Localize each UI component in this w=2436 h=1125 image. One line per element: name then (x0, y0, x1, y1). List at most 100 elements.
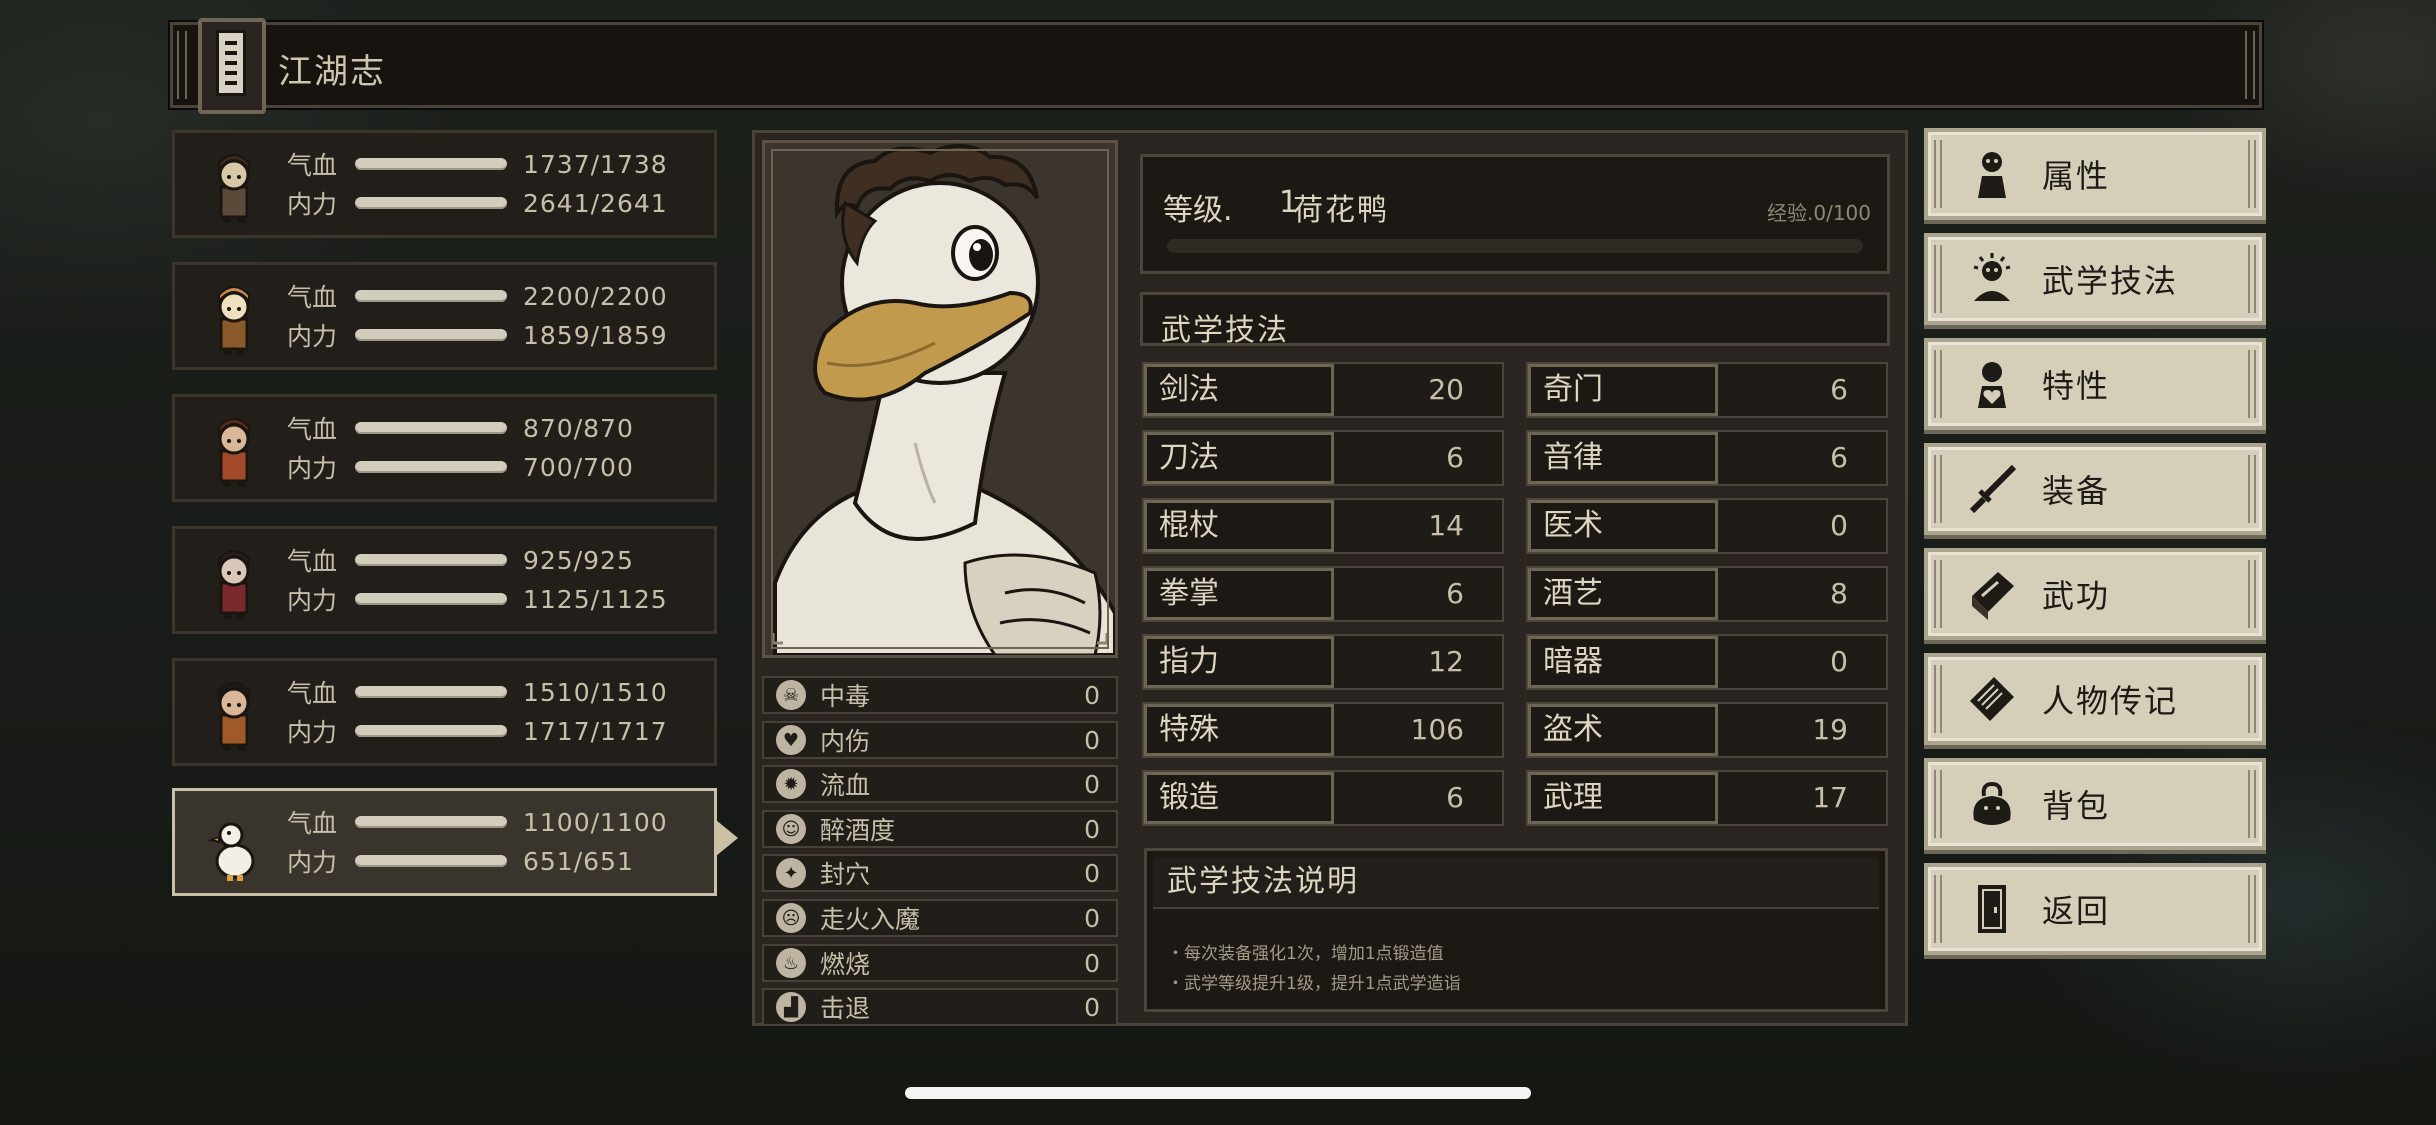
skill-entry[interactable]: 盗术 19 (1526, 702, 1888, 758)
menu-button-label: 武功 (2042, 577, 2111, 615)
skill-entry[interactable]: 奇门 6 (1526, 362, 1888, 418)
hp-label: 气血 (287, 283, 338, 312)
description-line: ・武学等级提升1级，提升1点武学造诣 (1167, 974, 1461, 994)
meditating-person-icon (1964, 251, 2020, 307)
boot-icon: ▟ (776, 992, 806, 1022)
menu-button[interactable]: 装备 (1924, 443, 2266, 535)
party-member-card[interactable]: 气血 1510/1510 内力 1717/1717 (172, 658, 717, 766)
mp-row: 内力 1717/1717 (287, 713, 668, 749)
skull-icon: ☠ (776, 680, 806, 710)
skill-name: 武理 (1528, 772, 1718, 824)
skill-entry[interactable]: 拳掌 6 (1142, 566, 1504, 622)
skill-name: 刀法 (1144, 432, 1334, 484)
duck-portrait-image (765, 143, 1115, 655)
menu-button[interactable]: 武学技法 (1924, 233, 2266, 325)
status-effect-name: 流血 (820, 771, 871, 800)
party-member-card[interactable]: 气血 1737/1738 内力 2641/2641 (172, 130, 717, 238)
door-icon (1964, 881, 2020, 937)
hp-bar (355, 158, 507, 170)
description-line: ・每次装备强化1次，增加1点锻造值 (1167, 944, 1444, 964)
mp-label: 内力 (287, 718, 338, 747)
hp-bar (355, 686, 507, 698)
status-effect-value: 0 (1084, 992, 1100, 1022)
skill-name: 音律 (1528, 432, 1718, 484)
status-effect-row: ▟ 击退 0 (762, 988, 1118, 1026)
menu-button[interactable]: 人物传记 (1924, 653, 2266, 745)
mp-label: 内力 (287, 322, 338, 351)
skill-value: 0 (1830, 645, 1848, 678)
skill-entry[interactable]: 酒艺 8 (1526, 566, 1888, 622)
party-member-avatar (195, 147, 273, 227)
status-effect-row: ✹ 流血 0 (762, 765, 1118, 803)
skill-value: 0 (1830, 509, 1848, 542)
hp-row: 气血 1100/1100 (287, 804, 668, 840)
selected-arrow-icon (716, 820, 738, 856)
skill-entry[interactable]: 棍杖 14 (1142, 498, 1504, 554)
mp-value: 2641/2641 (523, 188, 668, 218)
party-member-avatar (195, 805, 273, 885)
hp-label: 气血 (287, 415, 338, 444)
party-member-card[interactable]: 气血 2200/2200 内力 1859/1859 (172, 262, 717, 370)
status-effect-name: 中毒 (820, 682, 871, 711)
skill-entry[interactable]: 剑法 20 (1142, 362, 1504, 418)
broken-heart-icon: ♥ (776, 725, 806, 755)
hp-row: 气血 1510/1510 (287, 674, 668, 710)
hp-row: 气血 925/925 (287, 542, 634, 578)
skill-entry[interactable]: 刀法 6 (1142, 430, 1504, 486)
home-indicator[interactable] (905, 1087, 1531, 1099)
biography-book-icon (1964, 671, 2020, 727)
blood-splat-icon: ✹ (776, 769, 806, 799)
menu-button[interactable]: 背包 (1924, 758, 2266, 850)
level-box: 等级. 1 荷花鸭 经验.0/100 (1140, 154, 1890, 274)
exp-text: 经验.0/100 (1767, 201, 1871, 225)
skill-value: 6 (1446, 441, 1464, 474)
hp-value: 925/925 (523, 545, 634, 575)
skill-value: 14 (1428, 509, 1464, 542)
menu-button[interactable]: 特性 (1924, 338, 2266, 430)
person-icon (1964, 146, 2020, 202)
status-effect-value: 0 (1084, 814, 1100, 844)
mp-value: 700/700 (523, 452, 634, 482)
status-effect-value: 0 (1084, 680, 1100, 710)
hp-row: 气血 1737/1738 (287, 146, 668, 182)
skills-section-title: 武学技法 (1161, 313, 1289, 348)
party-member-card[interactable]: 气血 1100/1100 内力 651/651 (172, 788, 717, 896)
status-effect-row: ✦ 封穴 0 (762, 854, 1118, 892)
menu-button-label: 人物传记 (2042, 682, 2179, 720)
skill-entry[interactable]: 锻造 6 (1142, 770, 1504, 826)
menu-button-label: 属性 (2042, 157, 2111, 195)
menu-button[interactable]: 返回 (1924, 863, 2266, 955)
party-member-card[interactable]: 气血 870/870 内力 700/700 (172, 394, 717, 502)
menu-button[interactable]: 武功 (1924, 548, 2266, 640)
status-effect-value: 0 (1084, 769, 1100, 799)
skill-value: 8 (1830, 577, 1848, 610)
skill-entry[interactable]: 音律 6 (1526, 430, 1888, 486)
status-effect-name: 封穴 (820, 860, 871, 889)
hp-value: 2200/2200 (523, 281, 668, 311)
menu-button-label: 武学技法 (2042, 262, 2179, 300)
skill-entry[interactable]: 武理 17 (1526, 770, 1888, 826)
page-title: 江湖志 (278, 52, 386, 92)
mp-row: 内力 1859/1859 (287, 317, 668, 353)
skill-entry[interactable]: 特殊 106 (1142, 702, 1504, 758)
skill-name: 指力 (1144, 636, 1334, 688)
status-effect-value: 0 (1084, 858, 1100, 888)
character-name: 荷花鸭 (1293, 193, 1389, 228)
flame-icon: ♨ (776, 948, 806, 978)
party-member-card[interactable]: 气血 925/925 内力 1125/1125 (172, 526, 717, 634)
skill-value: 20 (1428, 373, 1464, 406)
skill-value: 6 (1830, 441, 1848, 474)
skill-value: 106 (1410, 713, 1464, 746)
status-effect-value: 0 (1084, 903, 1100, 933)
mp-label: 内力 (287, 848, 338, 877)
skill-entry[interactable]: 医术 0 (1526, 498, 1888, 554)
skill-entry[interactable]: 指力 12 (1142, 634, 1504, 690)
mp-value: 1125/1125 (523, 584, 668, 614)
status-effect-name: 击退 (820, 994, 871, 1023)
menu-button[interactable]: 属性 (1924, 128, 2266, 220)
hp-bar (355, 816, 507, 828)
skill-entry[interactable]: 暗器 0 (1526, 634, 1888, 690)
person-heart-icon (1964, 356, 2020, 412)
skill-name: 盗术 (1528, 704, 1718, 756)
menu-button-label: 返回 (2042, 892, 2111, 930)
